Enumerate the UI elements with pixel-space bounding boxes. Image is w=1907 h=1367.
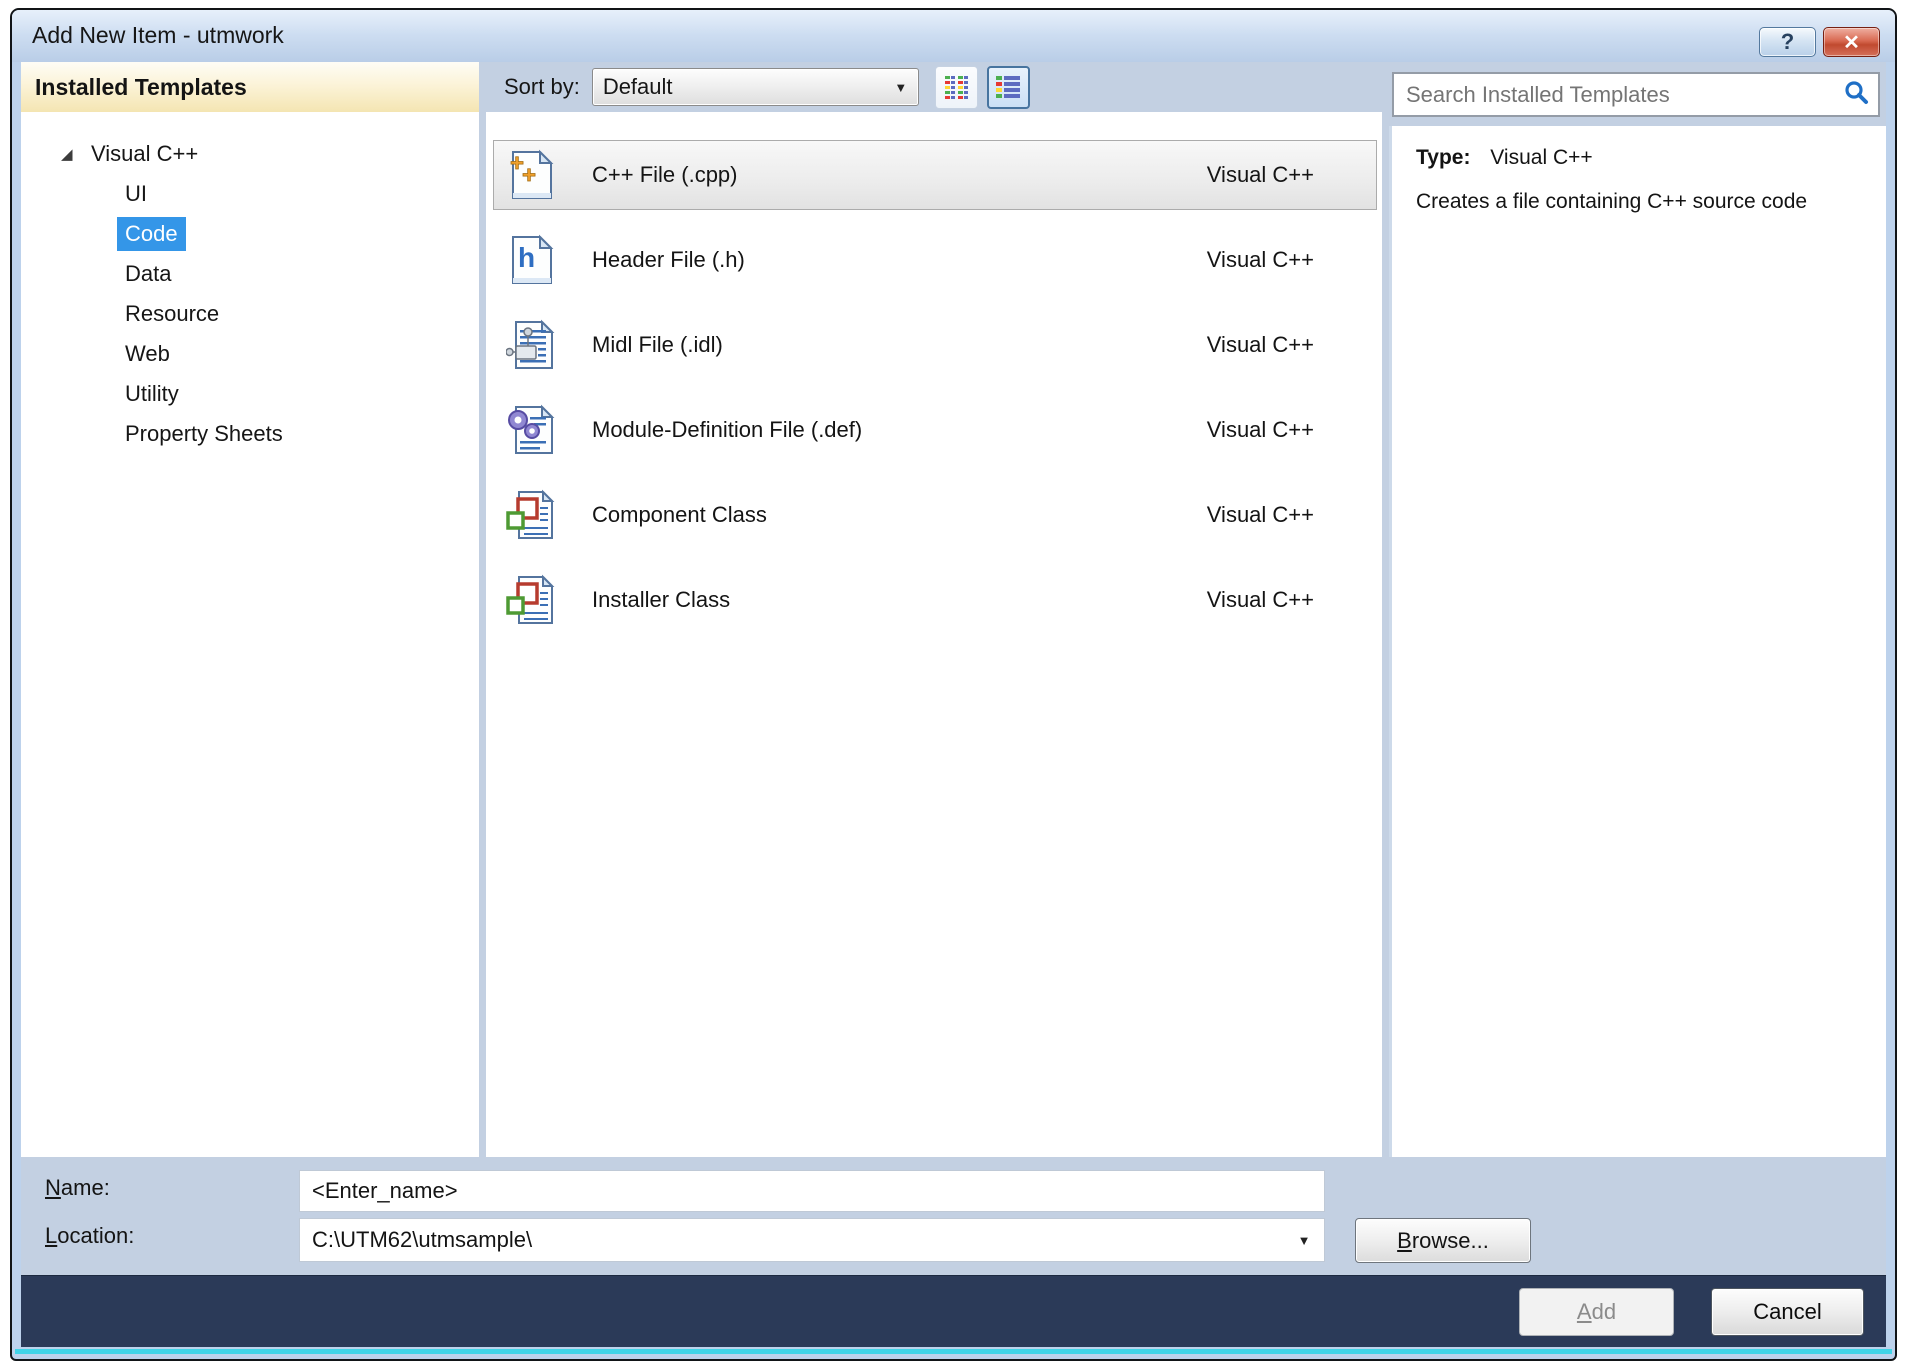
location-combobox[interactable]: C:\UTM62\utmsample\ ▼ <box>299 1218 1325 1262</box>
template-type: Visual C++ <box>1207 332 1314 358</box>
template-type: Visual C++ <box>1207 247 1314 273</box>
type-value: Visual C++ <box>1490 146 1592 169</box>
template-description-panel: Type: Visual C++ Creates a file containi… <box>1389 126 1886 1157</box>
svg-text:h: h <box>518 242 535 273</box>
template-type: Visual C++ <box>1207 587 1314 613</box>
tree-item-data[interactable]: Data <box>21 254 479 294</box>
installed-templates-panel: Installed Templates ◢ Visual C++ UI Code… <box>21 62 479 1157</box>
browse-button-label: Browse... <box>1397 1228 1489 1254</box>
panels: Installed Templates ◢ Visual C++ UI Code… <box>21 62 1886 1157</box>
search-box[interactable] <box>1392 72 1880 117</box>
location-label: Location: <box>45 1223 134 1249</box>
template-item-module-definition-file[interactable]: Module-Definition File (.def) Visual C++ <box>493 395 1377 465</box>
sort-by-label: Sort by: <box>504 74 580 100</box>
tree-node-visual-cpp[interactable]: ◢ Visual C++ <box>21 134 479 174</box>
template-item-installer-class[interactable]: Installer Class Visual C++ <box>493 565 1377 635</box>
sort-dropdown-value: Default <box>593 74 884 100</box>
location-value: C:\UTM62\utmsample\ <box>300 1227 1284 1253</box>
template-name: Installer Class <box>592 587 1207 613</box>
search-input[interactable] <box>1394 81 1834 109</box>
panel-divider <box>1382 62 1389 1157</box>
svg-text:+: + <box>522 162 536 189</box>
tree-item-ui[interactable]: UI <box>21 174 479 214</box>
cancel-button-label: Cancel <box>1753 1299 1821 1325</box>
cpp-file-icon: + + <box>506 149 556 201</box>
tree-item-resource[interactable]: Resource <box>21 294 479 334</box>
installer-class-icon <box>506 574 556 626</box>
tree-item-web[interactable]: Web <box>21 334 479 374</box>
details-panel: Type: Visual C++ Creates a file containi… <box>1389 62 1886 1157</box>
small-icons-view-button[interactable] <box>935 66 978 109</box>
caption-buttons: ? ✕ <box>1759 27 1880 57</box>
template-name: Component Class <box>592 502 1207 528</box>
template-item-component-class[interactable]: Component Class Visual C++ <box>493 480 1377 550</box>
medium-icons-view-icon <box>994 74 1022 101</box>
add-new-item-dialog: Add New Item - utmwork ? ✕ Installed Tem… <box>10 8 1897 1361</box>
template-name: C++ File (.cpp) <box>592 162 1207 188</box>
window-bottom-accent <box>15 1349 1892 1354</box>
midl-file-icon <box>506 319 556 371</box>
template-item-cpp-file[interactable]: + + C++ File (.cpp) Visual C++ <box>493 140 1377 210</box>
template-type: Visual C++ <box>1207 162 1314 188</box>
chevron-down-icon: ▼ <box>1284 1233 1324 1248</box>
close-icon: ✕ <box>1843 30 1860 55</box>
panel-divider <box>479 62 486 1157</box>
type-label: Type: <box>1416 146 1470 169</box>
browse-button[interactable]: Browse... <box>1355 1218 1531 1263</box>
installed-templates-header: Installed Templates <box>21 62 479 112</box>
medium-icons-view-button[interactable] <box>987 66 1030 109</box>
add-button[interactable]: Add <box>1519 1288 1674 1336</box>
dialog-content: Installed Templates ◢ Visual C++ UI Code… <box>21 62 1886 1347</box>
template-item-midl-file[interactable]: Midl File (.idl) Visual C++ <box>493 310 1377 380</box>
template-item-header-file[interactable]: h Header File (.h) Visual C++ <box>493 225 1377 295</box>
template-list-panel: Sort by: Default ▼ <box>486 62 1382 1157</box>
help-icon: ? <box>1781 29 1794 55</box>
tree-expanded-icon[interactable]: ◢ <box>61 145 81 163</box>
sort-dropdown[interactable]: Default ▼ <box>592 68 919 106</box>
component-class-icon <box>506 489 556 541</box>
sort-toolbar: Sort by: Default ▼ <box>486 62 1382 112</box>
dialog-title: Add New Item - utmwork <box>32 22 284 49</box>
name-label: Name: <box>45 1175 110 1201</box>
footer-bar: Add Cancel <box>21 1275 1886 1347</box>
template-type: Visual C++ <box>1207 417 1314 443</box>
add-button-label: Add <box>1577 1299 1616 1325</box>
close-button[interactable]: ✕ <box>1823 27 1880 57</box>
cancel-button[interactable]: Cancel <box>1711 1288 1864 1336</box>
name-input[interactable] <box>299 1170 1325 1212</box>
help-button[interactable]: ? <box>1759 27 1816 57</box>
view-mode-buttons <box>935 66 1030 109</box>
template-name: Module-Definition File (.def) <box>592 417 1207 443</box>
module-definition-file-icon <box>506 404 556 456</box>
name-location-area: Name: Location: C:\UTM62\utmsample\ ▼ Br… <box>21 1157 1886 1275</box>
tree-item-property-sheets[interactable]: Property Sheets <box>21 414 479 454</box>
tree-item-utility[interactable]: Utility <box>21 374 479 414</box>
chevron-down-icon: ▼ <box>884 80 918 95</box>
template-type: Visual C++ <box>1207 502 1314 528</box>
small-icons-view-icon <box>943 74 970 101</box>
template-list: + + C++ File (.cpp) Visual C++ h <box>486 112 1382 1157</box>
header-file-icon: h <box>506 234 556 286</box>
titlebar[interactable]: Add New Item - utmwork ? ✕ <box>12 10 1895 62</box>
tree-root-label: Visual C++ <box>91 141 198 167</box>
template-name: Header File (.h) <box>592 247 1207 273</box>
template-name: Midl File (.idl) <box>592 332 1207 358</box>
template-type-line: Type: Visual C++ <box>1416 146 1876 170</box>
search-row <box>1389 62 1886 126</box>
tree-item-code[interactable]: Code <box>21 214 479 254</box>
search-icon[interactable] <box>1834 79 1878 110</box>
template-description: Creates a file containing C++ source cod… <box>1416 190 1876 214</box>
templates-tree: ◢ Visual C++ UI Code Data Resource Web U… <box>21 112 479 1157</box>
